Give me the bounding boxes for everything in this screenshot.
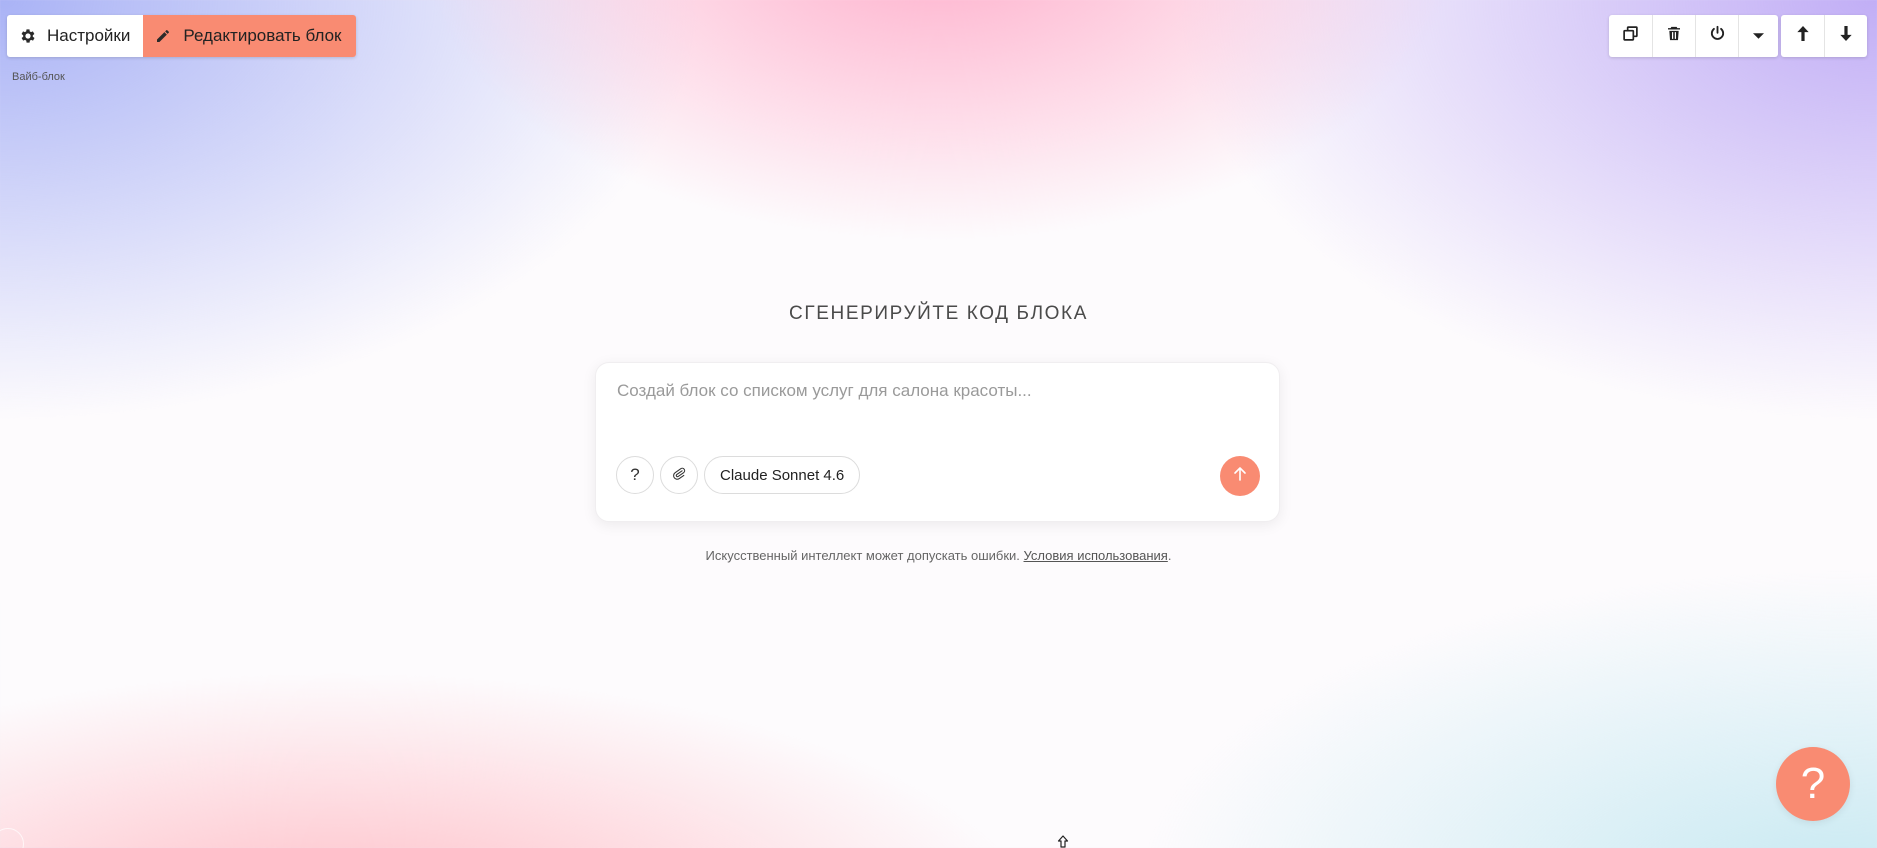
settings-label: Настройки	[47, 26, 131, 45]
edit-block-label: Редактировать блок	[183, 26, 342, 45]
prompt-tools: ? Claude Sonnet 4.6	[616, 456, 861, 494]
settings-button[interactable]: Настройки	[7, 15, 144, 57]
more-options-button[interactable]	[1738, 15, 1778, 57]
send-button[interactable]	[1220, 456, 1260, 496]
model-name: Claude Sonnet 4.6	[720, 466, 845, 484]
question-icon: ?	[1800, 759, 1826, 808]
question-icon: ?	[630, 465, 640, 484]
paperclip-icon	[671, 465, 687, 486]
gear-icon	[19, 27, 37, 45]
help-chat-button[interactable]: ?	[1776, 747, 1850, 821]
page-title: СГЕНЕРИРУЙТЕ КОД БЛОКА	[789, 303, 1088, 324]
editor-toolbar: Настройки Редактировать блок	[7, 15, 356, 57]
arrow-up-icon	[1796, 25, 1810, 47]
attach-button[interactable]	[660, 456, 698, 494]
delete-button[interactable]	[1652, 15, 1695, 57]
model-selector[interactable]: Claude Sonnet 4.6	[704, 456, 861, 494]
caret-down-icon	[1753, 27, 1764, 45]
prompt-input[interactable]	[615, 379, 1259, 423]
disclaimer-text: Искусственный интеллект может допускать …	[705, 548, 1020, 563]
block-actions	[1609, 15, 1778, 57]
help-button[interactable]: ?	[616, 456, 654, 494]
disclaimer-end: .	[1167, 548, 1172, 563]
edit-block-button[interactable]: Редактировать блок	[143, 15, 356, 57]
move-actions	[1781, 15, 1867, 57]
arrow-up-icon	[1233, 466, 1247, 487]
trash-icon	[1666, 25, 1682, 47]
terms-link[interactable]: Условия использования	[1024, 548, 1168, 563]
scroll-up-icon	[1057, 835, 1069, 848]
move-down-button[interactable]	[1824, 15, 1867, 57]
prompt-card: ? Claude Sonnet 4.6	[595, 362, 1280, 522]
arrow-down-icon	[1839, 25, 1853, 47]
block-type-label: Вайб-блок	[12, 71, 65, 83]
toggle-visibility-button[interactable]	[1695, 15, 1738, 57]
duplicate-button[interactable]	[1609, 15, 1652, 57]
copy-icon	[1622, 25, 1639, 47]
move-up-button[interactable]	[1781, 15, 1824, 57]
pencil-icon	[155, 28, 171, 44]
corner-decoration	[0, 828, 24, 848]
ai-disclaimer: Искусственный интеллект может допускать …	[0, 548, 1877, 563]
power-icon	[1709, 25, 1726, 47]
